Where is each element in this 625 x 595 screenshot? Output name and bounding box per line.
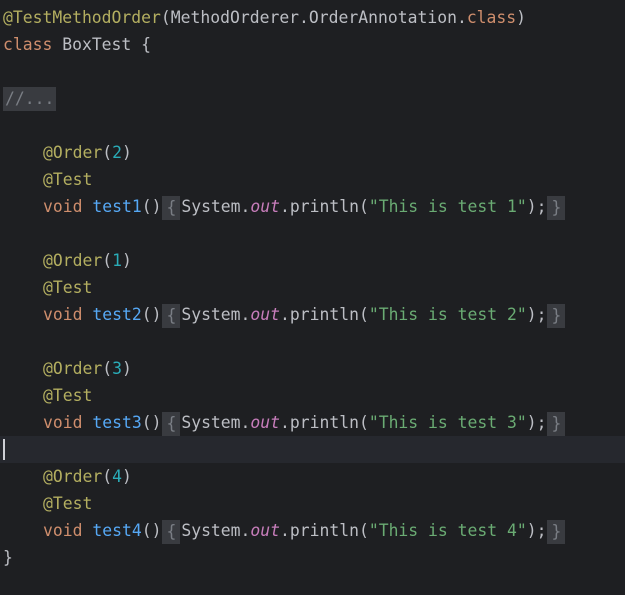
- method-name-token: test3: [92, 413, 142, 432]
- code-line-order-annotation[interactable]: @Order(2): [3, 139, 132, 166]
- fold-marker-close[interactable]: }: [547, 303, 566, 328]
- annotation-token: @Order: [43, 251, 103, 270]
- method-call-token: .println(: [280, 413, 369, 432]
- annotation-token: @Test: [43, 494, 93, 513]
- annotation-token: @Order: [43, 467, 103, 486]
- keyword-token: void: [43, 305, 83, 324]
- paren-token: );: [526, 521, 547, 540]
- keyword-token: class: [466, 8, 517, 27]
- string-literal-token: "This is test 2": [368, 305, 527, 324]
- fold-marker-open[interactable]: {: [162, 519, 181, 544]
- paren-token: ): [516, 8, 527, 27]
- class-name-token: BoxTest {: [52, 35, 152, 54]
- keyword-token: void: [43, 413, 83, 432]
- method-call-token: .println(: [280, 305, 369, 324]
- number-token: 2: [112, 143, 122, 162]
- annotation-token: @Order: [43, 359, 103, 378]
- annotation-token: @Test: [43, 386, 93, 405]
- paren-token: ): [121, 467, 132, 486]
- keyword-token: void: [43, 197, 83, 216]
- paren-token: );: [526, 413, 547, 432]
- paren-token: );: [526, 197, 547, 216]
- fold-marker-close[interactable]: }: [547, 519, 566, 544]
- code-line-order-annotation[interactable]: @Order(3): [3, 355, 132, 382]
- annotation-token: @Test: [43, 278, 93, 297]
- paren-token: (: [102, 143, 113, 162]
- number-token: 4: [112, 467, 122, 486]
- folded-comment-block[interactable]: //...: [3, 87, 57, 111]
- string-literal-token: "This is test 1": [368, 197, 527, 216]
- paren-token: (): [141, 197, 162, 216]
- class-reference-token: System.: [181, 413, 251, 432]
- paren-token: );: [526, 305, 547, 324]
- class-reference-token: System.: [181, 305, 251, 324]
- paren-token: (): [141, 521, 162, 540]
- current-line-highlight[interactable]: [0, 436, 625, 463]
- code-line-folded-comment[interactable]: //...: [3, 85, 57, 112]
- static-field-token: out: [250, 521, 281, 540]
- paren-token: (: [102, 359, 113, 378]
- code-line-method[interactable]: void test1(){System.out.println("This is…: [3, 193, 566, 220]
- paren-token: (): [141, 305, 162, 324]
- code-line-test-annotation[interactable]: @Test: [3, 274, 92, 301]
- fold-marker-open[interactable]: {: [162, 411, 181, 436]
- brace-token: }: [3, 548, 13, 567]
- method-name-token: test4: [92, 521, 142, 540]
- method-name-token: test1: [92, 197, 142, 216]
- paren-token: (): [141, 413, 162, 432]
- string-literal-token: "This is test 3": [368, 413, 527, 432]
- code-line-class-annotation[interactable]: @TestMethodOrder(MethodOrderer.OrderAnno…: [3, 4, 526, 31]
- code-line-test-annotation[interactable]: @Test: [3, 166, 92, 193]
- annotation-token: @Test: [43, 170, 93, 189]
- annotation-token: @TestMethodOrder: [3, 8, 161, 27]
- paren-token: ): [121, 143, 132, 162]
- class-reference-token: System.: [181, 521, 251, 540]
- annotation-token: @Order: [43, 143, 103, 162]
- paren-token: ): [121, 251, 132, 270]
- number-token: 3: [112, 359, 122, 378]
- code-line-order-annotation[interactable]: @Order(1): [3, 247, 132, 274]
- code-line-class-close[interactable]: }: [3, 544, 13, 571]
- code-line-method[interactable]: void test2(){System.out.println("This is…: [3, 301, 566, 328]
- number-token: 1: [112, 251, 122, 270]
- code-editor[interactable]: @TestMethodOrder(MethodOrderer.OrderAnno…: [0, 0, 625, 595]
- string-literal-token: "This is test 4": [368, 521, 527, 540]
- code-line-order-annotation[interactable]: @Order(4): [3, 463, 132, 490]
- fold-marker-open[interactable]: {: [162, 195, 181, 220]
- paren-token: ): [121, 359, 132, 378]
- keyword-token: void: [43, 521, 83, 540]
- class-reference-token: MethodOrderer.OrderAnnotation.: [170, 8, 467, 27]
- code-line-test-annotation[interactable]: @Test: [3, 490, 92, 517]
- code-line-method[interactable]: void test3(){System.out.println("This is…: [3, 409, 566, 436]
- code-line-test-annotation[interactable]: @Test: [3, 382, 92, 409]
- static-field-token: out: [250, 197, 281, 216]
- keyword-token: class: [3, 35, 53, 54]
- method-call-token: .println(: [280, 197, 369, 216]
- code-line-class-declaration[interactable]: class BoxTest {: [3, 31, 151, 58]
- static-field-token: out: [250, 413, 281, 432]
- text-caret: [3, 439, 5, 460]
- code-line-method[interactable]: void test4(){System.out.println("This is…: [3, 517, 566, 544]
- class-reference-token: System.: [181, 197, 251, 216]
- paren-token: (: [160, 8, 171, 27]
- paren-token: (: [102, 467, 113, 486]
- method-call-token: .println(: [280, 521, 369, 540]
- static-field-token: out: [250, 305, 281, 324]
- paren-token: (: [102, 251, 113, 270]
- fold-marker-close[interactable]: }: [547, 195, 566, 220]
- fold-marker-open[interactable]: {: [162, 303, 181, 328]
- fold-marker-close[interactable]: }: [547, 411, 566, 436]
- method-name-token: test2: [92, 305, 142, 324]
